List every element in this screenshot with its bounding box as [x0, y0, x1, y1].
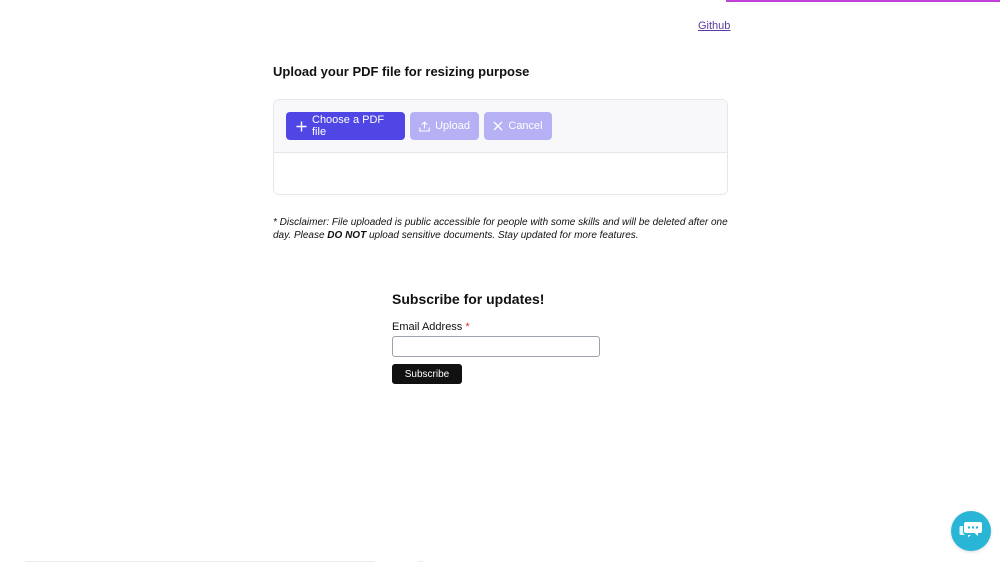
upload-dropzone[interactable]: [274, 153, 727, 193]
upload-toolbar: Choose a PDF file Upload Cancel: [274, 100, 727, 153]
disclaimer-after: upload sensitive documents. Stay updated…: [366, 230, 639, 241]
cancel-label: Cancel: [508, 120, 543, 132]
upload-label: Upload: [435, 120, 470, 132]
subscribe-button[interactable]: Subscribe: [392, 364, 462, 384]
upload-icon: [419, 120, 430, 132]
bottom-divider-fragment: [418, 561, 424, 562]
upload-title: Upload your PDF file for resizing purpos…: [273, 64, 530, 79]
close-icon: [493, 121, 503, 131]
file-upload-panel: Choose a PDF file Upload Cancel: [273, 99, 728, 195]
disclaimer-emphasis: DO NOT: [327, 230, 367, 241]
disclaimer-text: * Disclaimer: File uploaded is public ac…: [273, 216, 728, 242]
top-accent-bar: [726, 0, 1000, 2]
required-asterisk: *: [465, 321, 470, 333]
email-label: Email Address *: [392, 321, 470, 333]
chat-widget-button[interactable]: [951, 511, 991, 551]
cancel-button[interactable]: Cancel: [484, 112, 552, 140]
subscribe-title: Subscribe for updates!: [392, 291, 545, 307]
choose-pdf-button[interactable]: Choose a PDF file: [286, 112, 405, 140]
bottom-divider: [25, 561, 375, 562]
upload-button[interactable]: Upload: [410, 112, 479, 140]
chat-bubbles-icon: [958, 517, 984, 546]
email-label-text: Email Address: [392, 321, 463, 333]
plus-icon: [296, 121, 307, 132]
github-link[interactable]: Github: [698, 20, 730, 32]
choose-pdf-label: Choose a PDF file: [312, 114, 385, 138]
email-field[interactable]: [392, 336, 600, 357]
